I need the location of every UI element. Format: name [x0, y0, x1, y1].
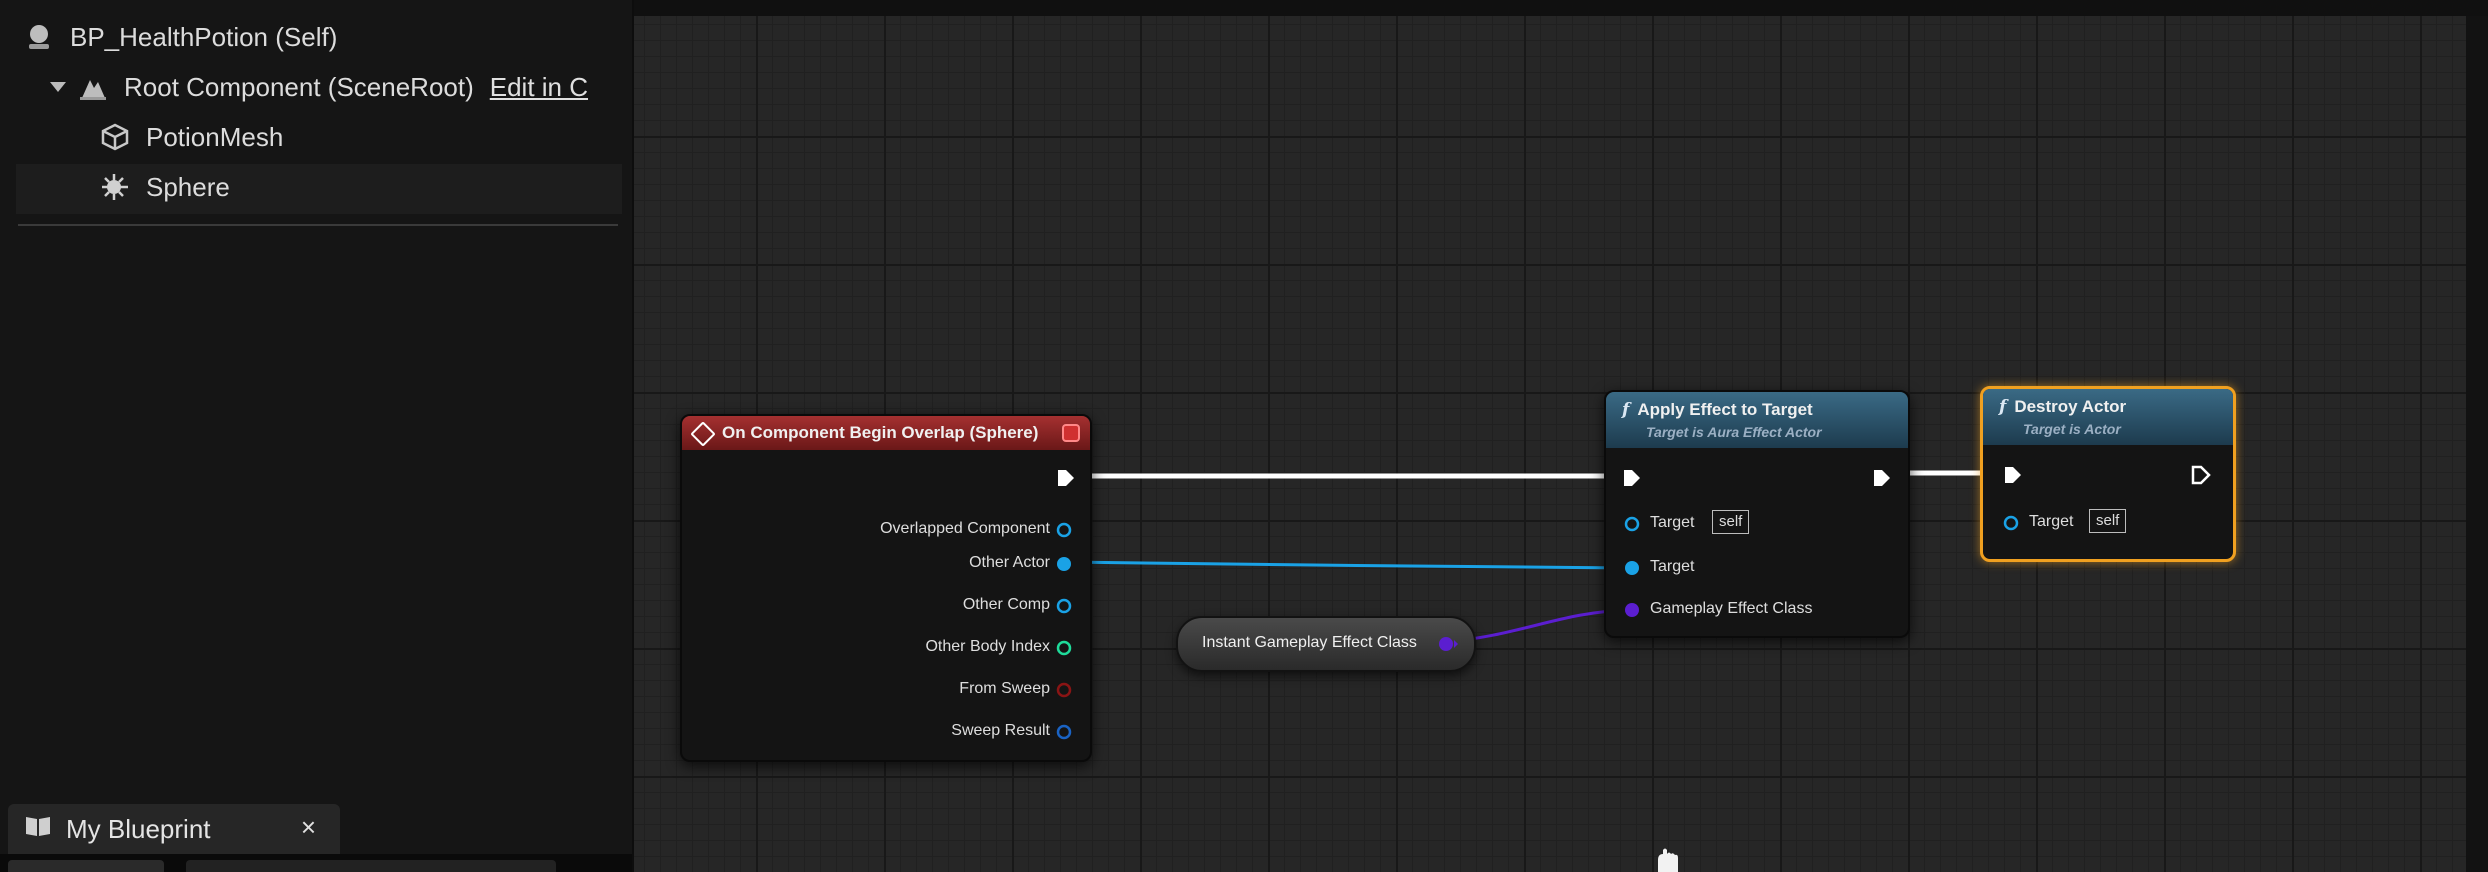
object-wire-other-actor-to-target	[1063, 560, 1629, 570]
pin-label-sweep-result: Sweep Result	[951, 722, 1050, 739]
destroy-target-self-pin	[2003, 515, 2019, 531]
function-node-destroy-actor[interactable]: f Destroy Actor Target is Actor Target se…	[1980, 386, 2236, 562]
function-node-apply-effect-to-target[interactable]: f Apply Effect to Target Target is Aura E…	[1604, 390, 1910, 638]
pin-label-other-actor: Other Actor	[969, 554, 1050, 571]
apply-exec-out-pin	[1874, 470, 1890, 486]
overlapped-component-pin	[1056, 522, 1072, 538]
exec-out-pin	[1058, 470, 1074, 486]
destroy-exec-in-pin	[2005, 467, 2021, 483]
from-sweep-pin	[1056, 682, 1072, 698]
pin-label-overlapped-component: Overlapped Component	[880, 520, 1050, 537]
variable-node-label: Instant Gameplay Effect Class	[1202, 634, 1417, 651]
apply-pin-label-gameplay-effect-class: Gameplay Effect Class	[1650, 600, 1813, 617]
destroy-exec-out-pin	[2191, 465, 2211, 485]
hand-cursor-icon	[1658, 848, 1678, 872]
pin-label-other-comp: Other Comp	[962, 596, 1050, 613]
pin-label-other-body-index: Other Body Index	[925, 638, 1050, 655]
destroy-node-pins	[2003, 465, 2211, 531]
event-node-pins	[1056, 470, 1074, 740]
variable-output-pin[interactable]	[1436, 634, 1460, 654]
apply-pin-label-target-2: Target	[1650, 558, 1695, 575]
variable-node-instant-gameplay-effect-class[interactable]: Instant Gameplay Effect Class	[1176, 616, 1476, 672]
pin-label-from-sweep: From Sweep	[959, 680, 1050, 697]
destroy-pin-label-target: Target	[2029, 513, 2074, 530]
apply-target-self-pin	[1624, 516, 1640, 532]
event-node-on-component-begin-overlap[interactable]: On Component Begin Overlap (Sphere) Over…	[680, 414, 1092, 762]
apply-exec-in-pin	[1624, 470, 1640, 486]
other-comp-pin	[1056, 598, 1072, 614]
other-actor-pin	[1057, 557, 1071, 571]
apply-gameplay-effect-class-pin	[1625, 603, 1639, 617]
destroy-target-self-default[interactable]: self	[2089, 509, 2127, 533]
sweep-result-pin	[1056, 724, 1072, 740]
apply-target-self-default[interactable]: self	[1712, 510, 1750, 534]
apply-target-actor-pin	[1625, 561, 1639, 575]
apply-pin-label-target-1: Target	[1650, 514, 1695, 531]
other-body-index-pin	[1056, 640, 1072, 656]
